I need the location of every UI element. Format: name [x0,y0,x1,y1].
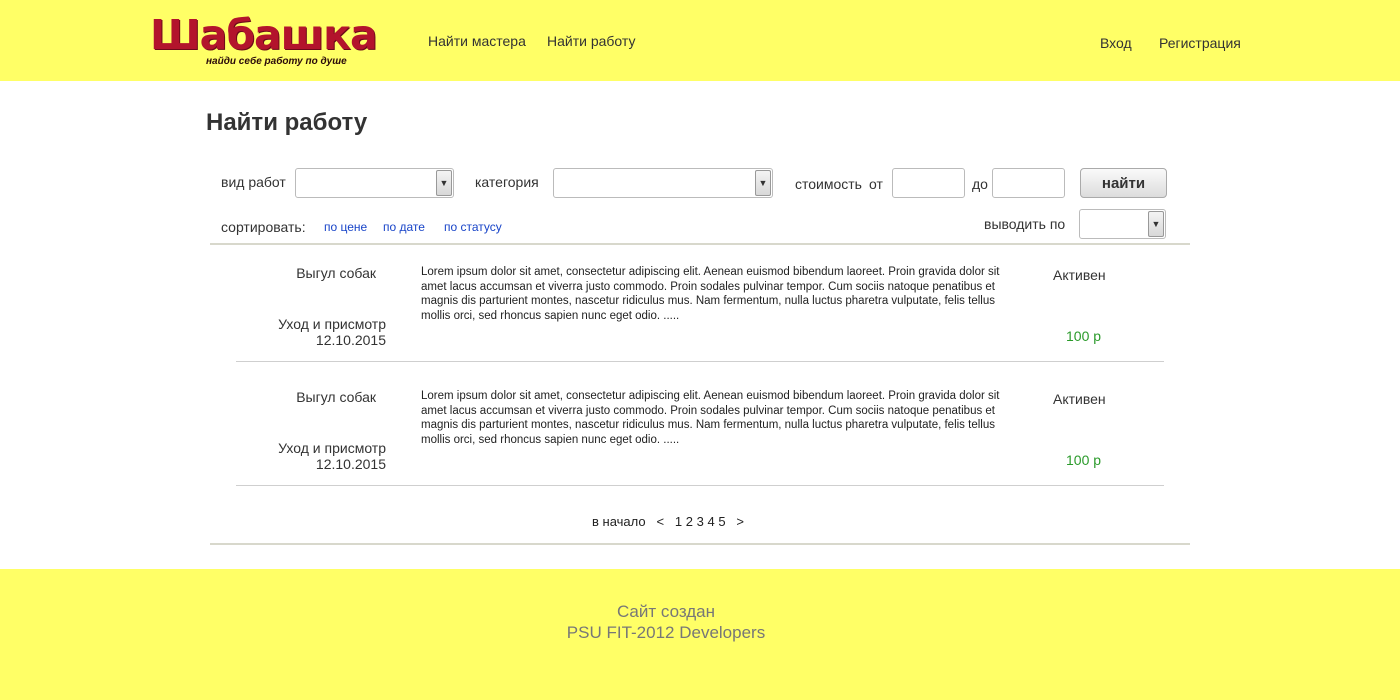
job-price: 100 р [1066,452,1102,468]
site-footer: Сайт создан PSU FIT-2012 Developers [0,569,1400,700]
divider [236,361,1164,362]
job-kind: Выгул собак [296,265,376,281]
chevron-down-icon: ▼ [1148,211,1164,237]
nav-find-master[interactable]: Найти мастера [428,33,526,49]
sort-label: сортировать: [221,219,306,235]
logo-subtitle: найди себе работу по душе [206,56,347,67]
page-title: Найти работу [206,109,368,136]
job-status: Активен [1053,267,1106,283]
work-type-select[interactable]: ▼ [295,168,454,198]
pager-page-3[interactable]: 3 [697,514,704,529]
pagination: в начало < 1 2 3 4 5 > [592,514,744,529]
cost-from-label: от [869,176,883,192]
per-page-select[interactable]: ▼ [1079,209,1166,239]
cost-label: стоимость [795,176,862,192]
divider [210,243,1190,245]
pager-next[interactable]: > [736,514,744,529]
job-date: 12.10.2015 [315,332,386,348]
site-header: Шабашка найди себе работу по душе Найти … [0,0,1400,81]
cost-to-label: до [972,176,988,192]
job-category: Уход и присмотр [278,316,386,332]
chevron-down-icon: ▼ [755,170,771,196]
job-category: Уход и присмотр [278,440,386,456]
footer-line-1: Сайт создан [616,602,716,621]
logo-title: Шабашка [150,11,378,59]
pager-page-4[interactable]: 4 [707,514,714,529]
login-link[interactable]: Вход [1100,35,1132,51]
cost-from-input[interactable] [892,168,965,198]
job-status: Активен [1053,391,1106,407]
list-item[interactable]: Выгул собак Уход и присмотр 12.10.2015 L… [236,381,1164,505]
job-date: 12.10.2015 [315,456,386,472]
pager-first[interactable]: в начало [592,514,646,529]
per-page-label: выводить по [984,216,1066,232]
pager-page-1[interactable]: 1 [675,514,682,529]
nav-find-work[interactable]: Найти работу [547,33,635,49]
job-price: 100 р [1066,328,1102,344]
divider [236,485,1164,486]
pager-prev[interactable]: < [656,514,664,529]
site-logo[interactable]: Шабашка найди себе работу по душе [150,12,378,70]
category-label: категория [475,174,539,190]
work-type-label: вид работ [221,174,286,190]
job-description: Lorem ipsum dolor sit amet, consectetur … [421,390,1000,446]
pager-page-5[interactable]: 5 [718,514,725,529]
category-select[interactable]: ▼ [553,168,773,198]
job-kind: Выгул собак [296,389,376,405]
cost-to-input[interactable] [992,168,1065,198]
sort-by-price[interactable]: по цене [324,220,367,234]
list-item[interactable]: Выгул собак Уход и присмотр 12.10.2015 L… [236,257,1164,381]
chevron-down-icon: ▼ [436,170,452,196]
register-link[interactable]: Регистрация [1159,35,1241,51]
pager-page-2[interactable]: 2 [686,514,693,529]
sort-by-date[interactable]: по дате [383,220,425,234]
footer-line-2: PSU FIT-2012 Developers [566,623,766,642]
divider [210,543,1190,545]
sort-by-status[interactable]: по статусу [444,220,502,234]
find-button[interactable]: найти [1080,168,1167,198]
job-description: Lorem ipsum dolor sit amet, consectetur … [421,266,1000,322]
